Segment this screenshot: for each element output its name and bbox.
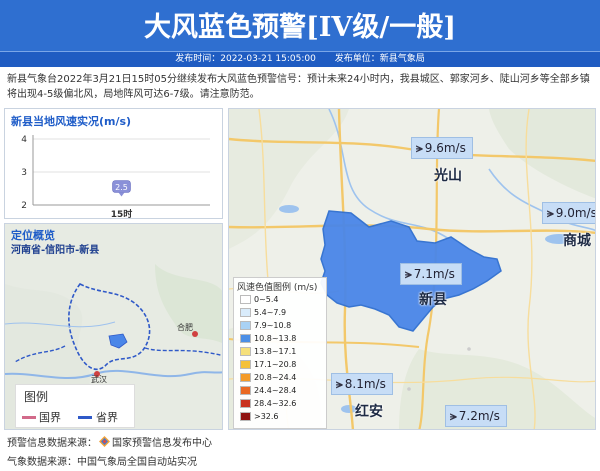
scale-legend-label: 20.8~24.4 [254, 373, 297, 382]
scale-legend-label: >32.6 [254, 412, 279, 421]
wind-icon: ⪫ [405, 267, 412, 281]
main-map[interactable]: ⪫ 9.6m/s 光山 ⪫ 9.0m/s 商城 ⪫ 7.1m/s 新县 ⪫ 8.1m/s… [228, 108, 596, 430]
scale-legend-label: 5.4~7.9 [254, 308, 287, 317]
wind-label-guangshan: ⪫ 9.6m/s [411, 137, 473, 159]
scale-legend-label: 24.4~28.4 [254, 386, 297, 395]
map-legend: 图例 国界 省界 [15, 384, 135, 428]
wind-icon: ⪫ [416, 141, 423, 155]
scale-legend-item: 10.8~13.8 [240, 334, 296, 344]
scale-legend-label: 10.8~13.8 [254, 334, 297, 343]
scale-legend-swatch [240, 334, 251, 343]
wind-label-hongan: ⪫ 8.1m/s [331, 373, 393, 395]
wind-label-shangcheng: ⪫ 9.0m/s [542, 202, 595, 224]
scale-legend-swatch [240, 373, 251, 382]
legend-title: 图例 [24, 390, 49, 404]
publish-time: 发布时间：2022-03-21 15:05:00 [175, 54, 316, 64]
scale-legend-label: 17.1~20.8 [254, 360, 297, 369]
wind-speed-panel: 2 3 4 15时 2.5 新县当地风速实况(m/s) [4, 108, 223, 220]
weather-source: 气象数据来源：中国气象局全国自动站实况 [7, 457, 197, 468]
legend-province-border: 省界 [96, 411, 118, 424]
city-label-hefei: 合肥 [177, 322, 193, 332]
place-guangshan: 光山 [434, 168, 462, 184]
place-xinxian: 新县 [419, 292, 447, 308]
scale-legend-swatch [240, 308, 251, 317]
location-path: 河南省-信阳市-新县 [11, 245, 100, 256]
y-tick-label: 4 [21, 135, 27, 145]
scale-legend-item: 7.9~10.8 [240, 321, 291, 331]
scale-legend-label: 13.8~17.1 [254, 347, 297, 356]
info-bar: 发布时间：2022-03-21 15:05:00 发布单位：新县气象局 [0, 52, 600, 67]
diamond-logo-icon [99, 436, 110, 447]
scale-legend-swatch [240, 321, 251, 330]
location-panel: 合肥 武汉 定位概览 河南省-信阳市-新县 图例 国界 省界 [4, 223, 223, 430]
scale-legend-item: 0~5.4 [240, 295, 279, 305]
scale-legend-item: 28.4~32.6 [240, 399, 296, 409]
header-banner: 大风蓝色预警[IV级/一般] [0, 0, 600, 52]
wind-scale-legend: 风速色值图例 (m/s) 0~5.4 5.4~7.9 7.9~10.8 10.8~13… [233, 277, 327, 429]
wind-icon: ⪫ [336, 377, 343, 391]
wind-label-xinxian: ⪫ 7.1m/s [400, 263, 462, 285]
place-hongan: 红安 [355, 404, 383, 420]
scale-legend-title: 风速色值图例 (m/s) [237, 283, 318, 293]
place-shangcheng: 商城 [563, 233, 591, 249]
scale-legend-swatch [240, 399, 251, 408]
scale-legend-item: 20.8~24.4 [240, 373, 296, 383]
wind-panel-title: 新县当地风速实况(m/s) [11, 115, 132, 128]
city-label-wuhan: 武汉 [91, 374, 107, 384]
y-tick-label: 2 [21, 201, 27, 211]
scale-legend-swatch [240, 412, 251, 421]
wind-label-southeast: ⪫ 7.2m/s [445, 405, 507, 427]
scale-legend-swatch [240, 360, 251, 369]
data-point-pointer [118, 192, 125, 197]
wind-icon: ⪫ [450, 409, 457, 423]
wind-icon: ⪫ [547, 206, 554, 220]
y-tick-label: 3 [21, 168, 27, 178]
scale-legend-label: 28.4~32.6 [254, 399, 297, 408]
legend-national-border: 国界 [39, 411, 61, 424]
scale-legend-label: 0~5.4 [254, 295, 279, 304]
scale-legend-item: 17.1~20.8 [240, 360, 296, 370]
publisher: 发布单位：新县气象局 [334, 54, 425, 64]
scale-legend-label: 7.9~10.8 [254, 321, 292, 330]
data-label: 2.5 [115, 183, 128, 192]
scale-legend-swatch [240, 347, 251, 356]
x-tick-label: 15时 [111, 208, 133, 220]
scale-legend-swatch [240, 295, 251, 304]
scale-legend-item: 24.4~28.4 [240, 386, 296, 396]
scale-legend-item: 5.4~7.9 [240, 308, 286, 318]
national-border-swatch [22, 416, 36, 419]
warning-source: 预警信息数据来源： 国家预警信息发布中心 [7, 436, 212, 449]
warning-description: 新县气象台2022年3月21日15时05分继续发布大风蓝色预警信号：预计未来24… [7, 74, 590, 100]
scale-legend-swatch [240, 386, 251, 395]
scale-legend-item: >32.6 [240, 412, 279, 422]
scale-legend-item: 13.8~17.1 [240, 347, 296, 357]
page-title: 大风蓝色预警[IV级/一般] [144, 12, 456, 43]
province-border-swatch [78, 416, 92, 419]
